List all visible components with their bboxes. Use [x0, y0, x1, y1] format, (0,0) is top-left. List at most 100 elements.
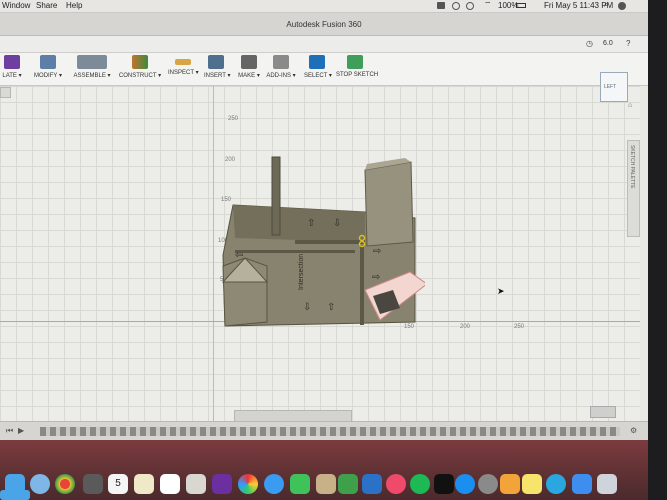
keynote-icon[interactable] [362, 474, 382, 494]
make-label: MAKE ▾ [238, 73, 260, 79]
search-icon[interactable]: ⌕ [604, 0, 608, 10]
y-axis-line [213, 86, 214, 421]
select-icon [309, 55, 325, 69]
sketch-palette[interactable]: SKETCH PALETTE [627, 140, 640, 237]
downloads-icon[interactable] [572, 474, 592, 494]
wifi-icon[interactable]: ⌔ [484, 0, 492, 10]
mouse-cursor: ➤ [497, 286, 505, 296]
time-machine-icon[interactable] [466, 2, 474, 10]
spotify-icon[interactable] [410, 474, 430, 494]
preferences-icon[interactable] [478, 474, 498, 494]
stop-sketch-icon [347, 55, 363, 69]
menu-window[interactable]: Window [2, 1, 30, 10]
fusion-icon[interactable] [500, 474, 520, 494]
messages-icon[interactable] [290, 474, 310, 494]
window-title: Autodesk Fusion 360 [286, 20, 362, 29]
imovie-icon[interactable] [212, 474, 232, 494]
add-ins-label: ADD-INS ▾ [266, 73, 296, 79]
arc-icon[interactable] [546, 474, 566, 494]
reminders-icon[interactable] [160, 474, 180, 494]
svg-text:⇨: ⇨ [372, 272, 380, 283]
insert-label: INSERT ▾ [204, 73, 231, 79]
add-ins-group[interactable]: ADD-INS ▾ [266, 55, 296, 83]
insert-group[interactable]: INSERT ▾ [204, 55, 231, 83]
photos-icon[interactable] [186, 474, 206, 494]
3d-model[interactable]: ⇧ ⇩ ⇦ ⇨ ⇨ ⇧ ⇩ Intersection [215, 150, 428, 335]
chrome-icon[interactable] [55, 474, 75, 494]
view-cube-label: LEFT [604, 84, 617, 90]
dropbox-icon[interactable] [452, 2, 460, 10]
make-group[interactable]: MAKE ▾ [238, 55, 260, 83]
timeline-start-icon[interactable]: ⏮ [6, 426, 13, 436]
help-icon[interactable]: ? [626, 39, 630, 48]
view-cube[interactable]: LEFT [600, 72, 628, 102]
battery-icon[interactable] [516, 3, 526, 8]
menu-help[interactable]: Help [66, 1, 82, 10]
calendar-icon[interactable]: 5 [108, 474, 128, 494]
inspect-icon [175, 59, 191, 65]
modify-label: MODIFY ▾ [34, 73, 62, 79]
x-tick: 250 [514, 324, 525, 330]
create-label: LATE ▾ [2, 73, 22, 79]
svg-text:⇦: ⇦ [235, 250, 243, 261]
stop-sketch-button[interactable]: STOP SKETCH [336, 55, 378, 83]
construct-label: CONSTRUCT ▾ [118, 73, 162, 79]
x-tick: 200 [460, 324, 471, 330]
toolbar-ribbon: LATE ▾ MODIFY ▾ ASSEMBLE ▾ CONSTRUCT ▾ I… [0, 53, 648, 86]
safari-icon[interactable] [0, 490, 30, 500]
screen-mirror-icon[interactable] [437, 2, 445, 9]
model-label: Intersection [298, 254, 305, 290]
svg-text:⇧: ⇧ [307, 218, 315, 229]
sketch-palette-label: SKETCH PALETTE [629, 145, 635, 189]
timeline-features[interactable] [40, 427, 620, 436]
svg-text:⇩: ⇩ [303, 302, 311, 313]
app-icon[interactable] [83, 474, 103, 494]
assemble-icon [77, 55, 107, 69]
pinwheel-icon[interactable] [238, 474, 258, 494]
svg-text:⇧: ⇧ [327, 302, 335, 313]
create-icon [4, 55, 20, 69]
monitor-bezel [648, 0, 667, 500]
music-icon[interactable] [386, 474, 406, 494]
other-icon[interactable] [434, 474, 454, 494]
zoom-level[interactable]: 6.0 [603, 40, 613, 47]
insert-icon [208, 55, 224, 69]
svg-text:⇩: ⇩ [333, 218, 341, 229]
y-tick: 250 [228, 116, 239, 122]
select-label: SELECT ▾ [304, 73, 332, 79]
make-icon [241, 55, 257, 69]
facetime-icon[interactable] [264, 474, 284, 494]
title-bar: Autodesk Fusion 360 [0, 13, 648, 36]
modify-group[interactable]: MODIFY ▾ [32, 55, 64, 83]
assemble-group[interactable]: ASSEMBLE ▾ [72, 55, 112, 83]
screen: Window Share Help ⌔ 100% Fri May 5 11:43… [0, 0, 648, 440]
trash-icon[interactable] [597, 474, 617, 494]
assemble-label: ASSEMBLE ▾ [73, 73, 111, 79]
construct-icon [132, 55, 148, 69]
stickies-icon[interactable] [522, 474, 542, 494]
clock-icon[interactable]: ◷ [586, 39, 593, 48]
select-group[interactable]: SELECT ▾ [304, 55, 332, 83]
home-icon[interactable]: ⌂ [628, 102, 632, 109]
contacts-icon[interactable] [316, 474, 336, 494]
menu-clock[interactable]: Fri May 5 11:43 PM [544, 1, 613, 10]
menu-share[interactable]: Share [36, 1, 57, 10]
numbers-icon[interactable] [338, 474, 358, 494]
notes-icon[interactable] [134, 474, 154, 494]
model-drawing: ⇧ ⇩ ⇦ ⇨ ⇨ ⇧ ⇩ Intersection [221, 156, 428, 327]
appstore-icon[interactable] [455, 474, 475, 494]
timeline-play-icon[interactable]: ▶ [18, 426, 24, 435]
siri-icon[interactable] [618, 2, 626, 10]
modify-icon [40, 55, 56, 69]
inspect-group[interactable]: INSPECT ▾ [168, 55, 199, 83]
display-settings[interactable] [590, 406, 616, 418]
launchpad-icon[interactable] [30, 474, 50, 494]
menu-bar: Window Share Help ⌔ 100% Fri May 5 11:43… [0, 0, 648, 13]
quick-toolbar: ◷ 6.0 ? [0, 36, 648, 53]
add-ins-icon [273, 55, 289, 69]
browser-toggle[interactable] [0, 87, 11, 98]
create-group[interactable]: LATE ▾ [0, 55, 24, 83]
timeline: ⏮ ▶ ⚙ [0, 421, 648, 440]
timeline-settings-icon[interactable]: ⚙ [630, 426, 637, 435]
construct-group[interactable]: CONSTRUCT ▾ [118, 55, 162, 83]
